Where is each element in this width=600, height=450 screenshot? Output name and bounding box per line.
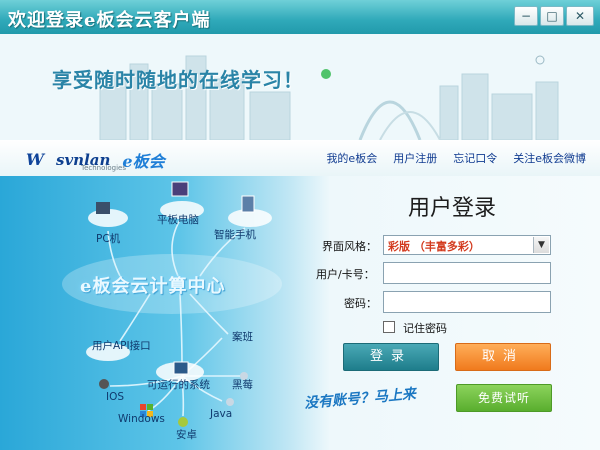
pc-icon xyxy=(96,202,110,214)
node-tablet: 平板电脑 xyxy=(157,214,199,226)
banner: 享受随时随地的在线学习！ xyxy=(0,34,600,140)
banner-slogan: 享受随时随地的在线学习！ xyxy=(52,68,304,92)
title-bar[interactable]: 欢迎登录e板会云客户端 − □ ✕ xyxy=(0,0,600,34)
cancel-button[interactable]: 取消 xyxy=(455,343,551,371)
node-android: 安卓 xyxy=(176,429,197,441)
brand-mark-icon: W xyxy=(26,150,44,169)
style-label: 界面风格： xyxy=(322,240,377,253)
password-label: 密码： xyxy=(344,297,377,310)
product-logo: e板会 xyxy=(122,152,165,171)
node-pc: PC机 xyxy=(96,233,121,245)
node-windows: Windows xyxy=(118,413,165,425)
nav-link-forgot-password[interactable]: 忘记口令 xyxy=(453,150,497,166)
brand-subtitle: Technologies xyxy=(81,164,126,172)
user-input[interactable] xyxy=(383,262,551,284)
remember-label: 记住密码 xyxy=(403,322,447,335)
nav-link-my-eban[interactable]: 我的e板会 xyxy=(326,150,377,166)
java-icon xyxy=(226,398,234,406)
node-api: 用户API接口 xyxy=(92,340,151,352)
user-label: 用户/卡号： xyxy=(316,268,375,281)
ios-icon xyxy=(99,379,109,389)
style-select-value: 彩版 （丰富多彩） xyxy=(388,240,480,253)
android-icon xyxy=(178,417,188,427)
remember-checkbox[interactable] xyxy=(383,321,395,333)
free-trial-button[interactable]: 免费试听 xyxy=(456,384,552,412)
node-phone: 智能手机 xyxy=(214,229,256,241)
balloon-icon xyxy=(321,69,331,79)
window-title: 欢迎登录e板会云客户端 xyxy=(8,10,211,31)
cloud-center-label: e板会云计算中心 xyxy=(80,276,226,297)
node-classroom: 案班 xyxy=(232,331,253,343)
nav-link-follow-weibo[interactable]: 关注e板会微博 xyxy=(513,150,586,166)
window-controls: − □ ✕ xyxy=(512,6,594,26)
phone-icon xyxy=(241,195,255,213)
tablet-icon xyxy=(171,181,189,197)
minimize-button[interactable]: − xyxy=(514,6,538,26)
brand-logo: W svnlan Technologies e板会 xyxy=(26,148,165,172)
node-runnable: 可运行的系统 xyxy=(147,379,210,391)
node-ios: IOS xyxy=(106,391,125,403)
nav-links: 我的e板会 用户注册 忘记口令 关注e板会微博 xyxy=(326,150,586,166)
password-input[interactable] xyxy=(383,291,551,313)
maximize-button[interactable]: □ xyxy=(540,6,564,26)
node-blackberry: 黑莓 xyxy=(232,379,253,391)
chevron-down-icon[interactable]: ▼ xyxy=(533,237,549,253)
login-window: 欢迎登录e板会云客户端 − □ ✕ 享受随时随地的在线学习！ W svnlan … xyxy=(0,0,600,450)
login-button[interactable]: 登录 xyxy=(343,343,439,371)
close-button[interactable]: ✕ xyxy=(566,6,594,26)
node-java: Java xyxy=(210,408,233,420)
system-icon xyxy=(173,361,189,375)
style-select[interactable]: 彩版 （丰富多彩） ▼ xyxy=(383,235,551,255)
nav-link-register[interactable]: 用户注册 xyxy=(393,150,437,166)
login-title: 用户登录 xyxy=(408,195,497,220)
